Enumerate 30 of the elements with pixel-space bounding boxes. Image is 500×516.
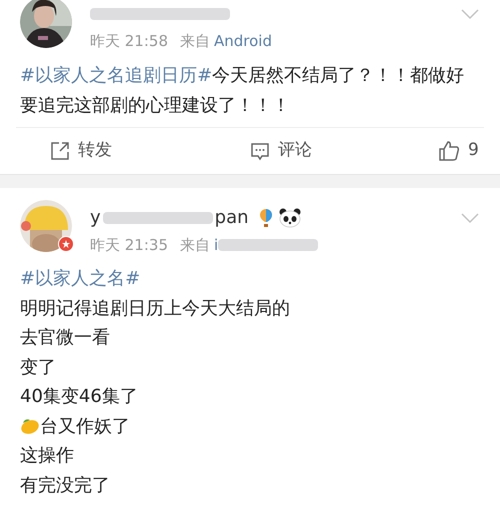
source-link[interactable]: Android	[214, 30, 272, 52]
source-link[interactable]: i	[214, 234, 218, 256]
like-button[interactable]: 9	[438, 138, 479, 164]
chevron-down-icon[interactable]	[460, 212, 480, 224]
hashtag-link[interactable]: #以家人之名追剧日历#	[20, 64, 212, 86]
repost-button[interactable]: 转发	[50, 138, 112, 164]
post-line: 40集变46集了	[20, 385, 138, 409]
repost-icon	[50, 140, 70, 160]
comment-icon	[250, 140, 270, 160]
user-name[interactable]: pan	[214, 204, 249, 231]
post-line: 这操作	[20, 444, 74, 468]
post-line: 去官微一看	[20, 326, 110, 350]
post-text: #以家人之名追剧日历#今天居然不结局了？！！都做好要追完这部剧的心理建设了！！！	[20, 64, 466, 118]
post-line: 变了	[20, 356, 56, 380]
mango-icon	[20, 417, 40, 436]
post-time: 昨天 21:35	[90, 234, 168, 256]
thumbs-up-icon	[438, 140, 460, 162]
hashtag-link[interactable]: #以家人之名#	[20, 264, 140, 294]
post-time: 昨天 21:58	[90, 31, 168, 52]
comment-button[interactable]: 评论	[250, 138, 312, 164]
panda-icon	[278, 208, 301, 228]
source-label: 来自	[180, 234, 210, 256]
balloon-icon	[258, 208, 273, 228]
post-line: 明明记得追剧日历上今天大结局的	[20, 296, 290, 320]
source-label: 来自	[180, 31, 210, 52]
post-line: 有完没完了	[20, 474, 110, 498]
user-name[interactable]: y	[90, 204, 101, 231]
badge-icon	[58, 236, 74, 252]
post-line: 台又作妖了	[40, 414, 130, 438]
chevron-down-icon[interactable]	[460, 8, 480, 20]
